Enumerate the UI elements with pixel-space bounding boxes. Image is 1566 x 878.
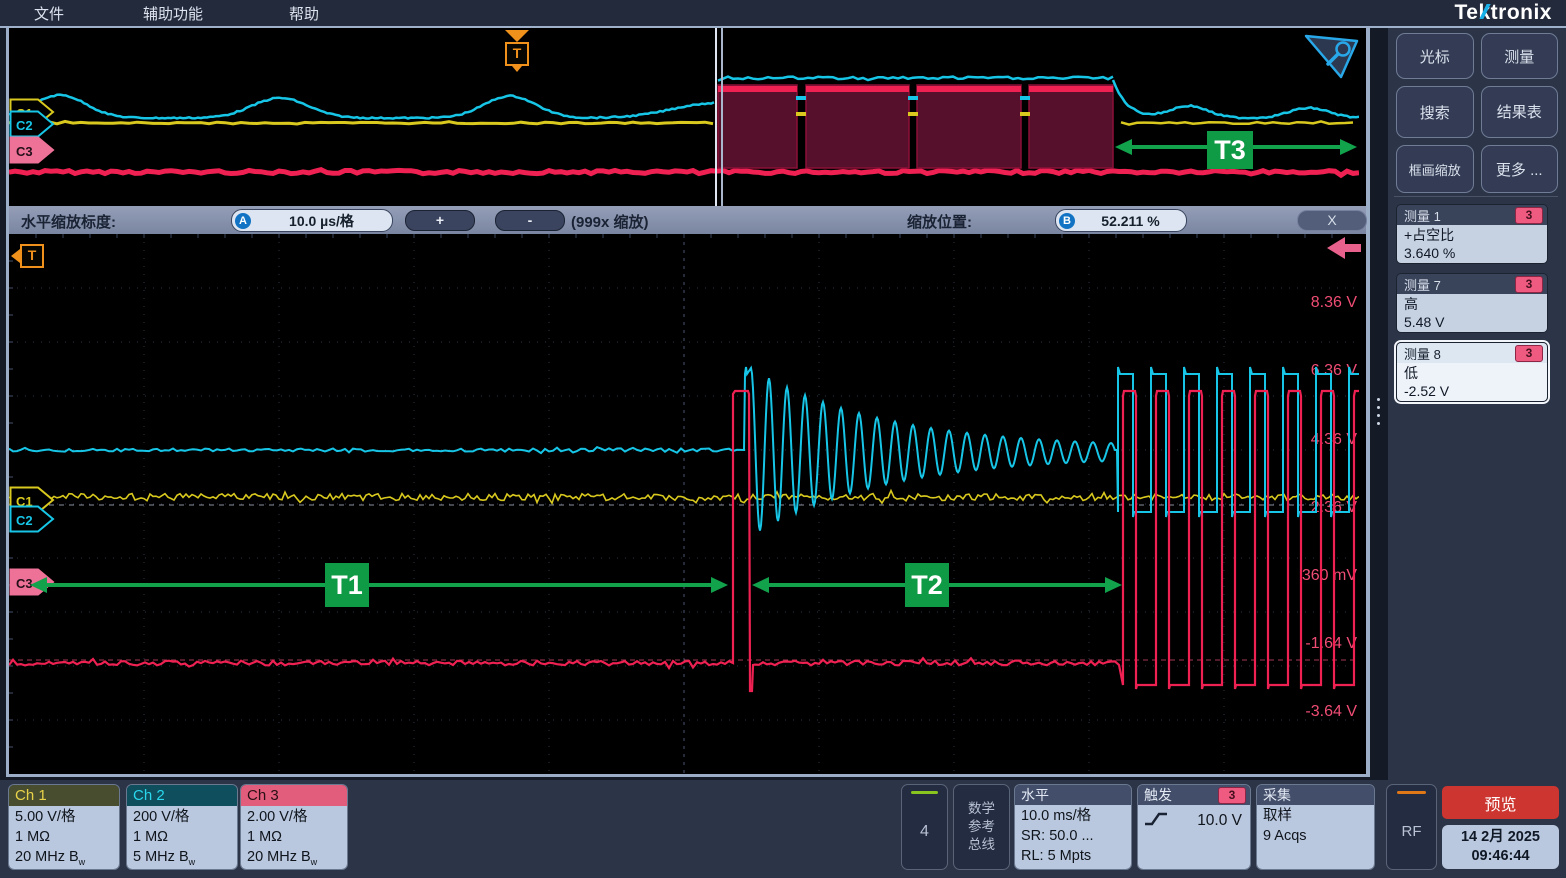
oscilloscope-screen: 文件 辅助功能 帮助 Tektronix C1 C2 C3 T T3 水平缩放标… [0, 0, 1566, 878]
acquisition-badge[interactable]: 采集 取样 9 Acqs [1256, 784, 1375, 870]
horizontal-badge[interactable]: 水平 10.0 ms/格 SR: 50.0 ... RL: 5 Mpts [1014, 784, 1132, 870]
horizontal-scale: 10.0 ms/格 [1021, 806, 1131, 826]
channel-4-badge[interactable]: 4 [901, 784, 948, 870]
measurement-badge-8[interactable]: 测量 8 3 低 -2.52 V [1396, 342, 1548, 402]
zoom-position-label: 缩放位置: [907, 211, 972, 232]
t3-annotation-label: T3 [1207, 131, 1253, 169]
math-label: 数学 [968, 800, 995, 818]
panel-splitter-handle[interactable] [1377, 398, 1380, 425]
main-annotations [9, 234, 1359, 774]
menu-help[interactable]: 帮助 [277, 3, 331, 24]
zoom-factor-readout: (999x 缩放) [571, 211, 649, 232]
sample-rate: SR: 50.0 ... [1021, 826, 1131, 846]
date-text: 14 2月 2025 [1461, 828, 1540, 847]
record-length: RL: 5 Mpts [1021, 846, 1131, 866]
waveform-overview-panel[interactable]: C1 C2 C3 T T3 [6, 28, 1370, 206]
channel-impedance: 1 MΩ [15, 827, 119, 847]
knob-a-icon[interactable]: A [235, 213, 251, 229]
measurement-name: +占空比 [1404, 226, 1547, 244]
channel-name: Ch 1 [9, 785, 119, 806]
zoom-close-button[interactable]: X [1297, 210, 1367, 231]
measure-button[interactable]: 测量 [1481, 33, 1559, 79]
results-table-button[interactable]: 结果表 [1481, 86, 1559, 138]
channel-1-badge[interactable]: Ch 1 5.00 V/格 1 MΩ 20 MHz Bw [8, 784, 120, 870]
channel-2-badge[interactable]: Ch 2 200 V/格 1 MΩ 5 MHz Bw [126, 784, 238, 870]
channel-impedance: 1 MΩ [247, 827, 347, 847]
t1-arrow [30, 577, 728, 593]
channel-impedance: 1 MΩ [133, 827, 237, 847]
more-button[interactable]: 更多 ... [1481, 145, 1559, 193]
zoom-toolbar: 水平缩放标度: A 10.0 µs/格 + - (999x 缩放) 缩放位置: … [6, 206, 1370, 234]
measurement-badge-1[interactable]: 测量 1 3 +占空比 3.640 % [1396, 204, 1548, 264]
channel-name: Ch 2 [127, 785, 237, 806]
knob-b-icon[interactable]: B [1059, 213, 1075, 229]
measurement-badge-7[interactable]: 测量 7 3 高 5.48 V [1396, 273, 1548, 333]
math-ref-bus-button[interactable]: 数学 参考 总线 [953, 784, 1010, 870]
zoom-scale-value: 10.0 µs/格 [251, 211, 392, 231]
main-graticule-panel[interactable]: 8.36 V 6.36 V 4.36 V 2.36 V 360 mV -1.64… [6, 234, 1370, 777]
zoom-scale-label: 水平缩放标度: [21, 211, 116, 232]
channel-scale: 2.00 V/格 [247, 807, 347, 827]
t1-annotation-label: T1 [325, 563, 369, 607]
rf-label: RF [1402, 794, 1422, 869]
t2-annotation-label: T2 [905, 563, 949, 607]
time-text: 09:46:44 [1471, 847, 1529, 866]
source-badge: 3 [1515, 207, 1543, 224]
cursors-button[interactable]: 光标 [1396, 33, 1474, 79]
source-badge: 3 [1515, 276, 1543, 293]
trigger-source-badge: 3 [1218, 787, 1246, 804]
menu-file[interactable]: 文件 [22, 3, 76, 24]
horizontal-title: 水平 [1015, 785, 1131, 805]
zoom-out-button[interactable]: - [495, 210, 565, 231]
trigger-level: 10.0 V [1168, 811, 1250, 831]
trigger-title: 触发 [1144, 785, 1172, 805]
sidebar-divider [1394, 196, 1558, 197]
measurement-title: 测量 1 [1404, 206, 1441, 225]
overview-annotations [9, 28, 1359, 206]
ref-label: 参考 [968, 818, 995, 836]
zoom-in-button[interactable]: + [405, 210, 475, 231]
measurement-title: 测量 7 [1404, 275, 1441, 294]
measurement-title: 测量 8 [1404, 344, 1441, 363]
menu-bar: 文件 辅助功能 帮助 Tektronix [0, 0, 1566, 28]
rf-button[interactable]: RF [1386, 784, 1437, 870]
channel-name: Ch 3 [241, 785, 347, 806]
zoom-position-value: 52.211 % [1075, 213, 1186, 229]
measurement-value: -2.52 V [1404, 382, 1547, 400]
channel-4-label: 4 [920, 794, 929, 869]
search-button[interactable]: 搜索 [1396, 86, 1474, 138]
source-badge: 3 [1515, 345, 1543, 362]
draw-a-box-zoom-button[interactable]: 框画缩放 [1396, 145, 1474, 193]
rising-edge-icon [1144, 811, 1168, 827]
channel-3-badge[interactable]: Ch 3 2.00 V/格 1 MΩ 20 MHz Bw [240, 784, 348, 870]
zoom-scale-control[interactable]: A 10.0 µs/格 [231, 209, 393, 232]
datetime-badge: 14 2月 2025 09:46:44 [1442, 825, 1559, 869]
acquisition-title: 采集 [1257, 785, 1374, 805]
bus-label: 总线 [968, 836, 995, 854]
measurement-name: 低 [1404, 364, 1547, 382]
channel-scale: 5.00 V/格 [15, 807, 119, 827]
bottom-settings-bar: Ch 1 5.00 V/格 1 MΩ 20 MHz Bw Ch 2 200 V/… [0, 780, 1566, 878]
channel-scale: 200 V/格 [133, 807, 237, 827]
tektronix-logo: Tektronix [1455, 1, 1552, 25]
acquisition-count: 9 Acqs [1263, 826, 1374, 846]
zoom-position-control[interactable]: B 52.211 % [1055, 209, 1187, 232]
trigger-badge[interactable]: 触发 3 10.0 V [1137, 784, 1251, 870]
menu-utility[interactable]: 辅助功能 [131, 3, 215, 24]
channel-bandwidth: 5 MHz Bw [133, 847, 237, 870]
channel-bandwidth: 20 MHz Bw [15, 847, 119, 870]
measurement-value: 3.640 % [1404, 244, 1547, 262]
acquisition-mode: 取样 [1263, 806, 1374, 826]
channel-bandwidth: 20 MHz Bw [247, 847, 347, 870]
right-sidebar: 光标 测量 搜索 结果表 框画缩放 更多 ... 测量 1 3 +占空比 3.6… [1388, 28, 1566, 878]
measurement-name: 高 [1404, 295, 1547, 313]
measurement-value: 5.48 V [1404, 313, 1547, 331]
preview-button[interactable]: 预览 [1442, 786, 1559, 819]
